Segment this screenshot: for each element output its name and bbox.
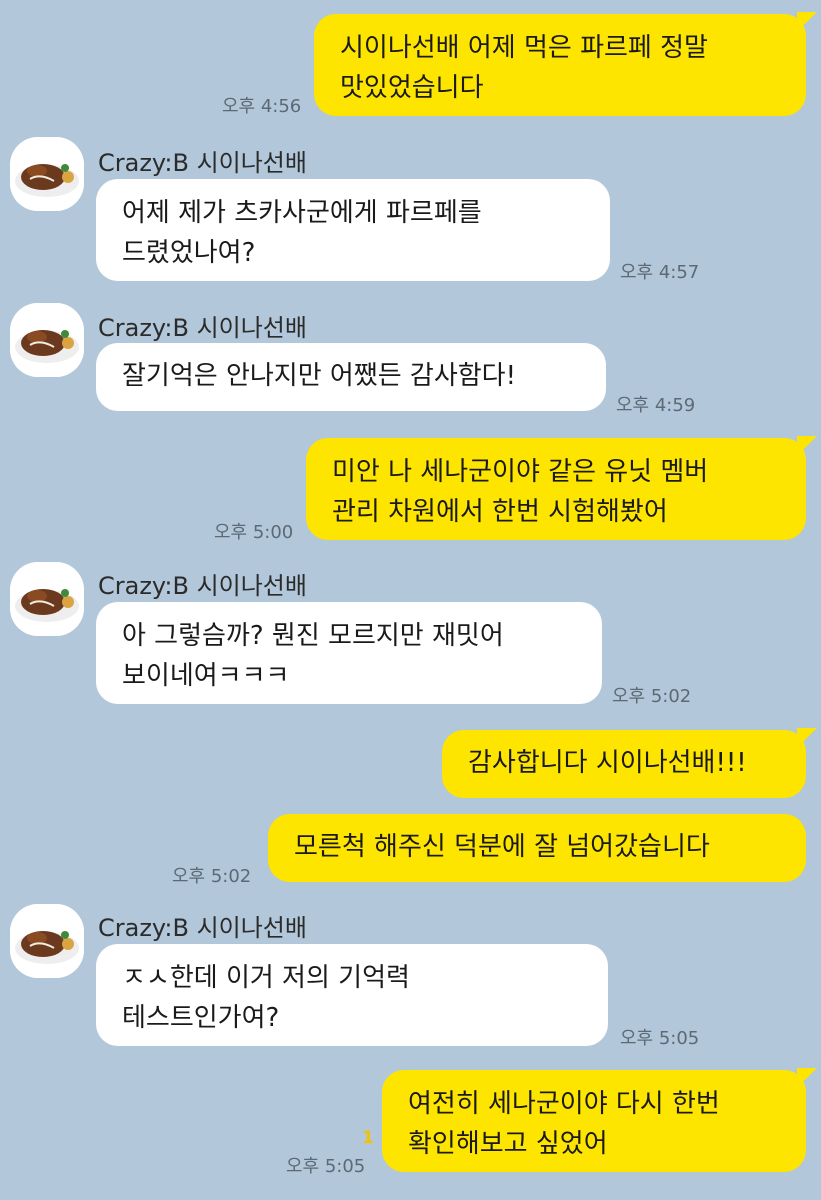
food-plate-avatar-icon	[10, 562, 84, 636]
profile-avatar[interactable]	[10, 904, 84, 978]
message-line: 관리 차원에서 한번 시험해봤어	[332, 497, 668, 527]
message-line: 확인해보고 싶었어	[408, 1129, 608, 1159]
message-line: 맛있었습니다	[340, 73, 484, 103]
message-line: 드렸었나여?	[122, 238, 256, 268]
message-time: 오후 4:59	[616, 395, 696, 416]
message-line: ㅈㅅ한데 이거 저의 기억력	[122, 963, 410, 993]
food-plate-avatar-icon	[10, 904, 84, 978]
other-message-bubble[interactable]: ㅈㅅ한데 이거 저의 기억력 테스트인가여?	[96, 944, 608, 1046]
profile-avatar[interactable]	[10, 303, 84, 377]
sender-name: Crazy:B 시이나선배	[98, 149, 307, 177]
message-line: 어제 제가 츠카사군에게 파르페를	[122, 198, 482, 228]
message-time: 오후 5:05	[620, 1028, 700, 1049]
my-message-bubble[interactable]: 감사합니다 시이나선배!!!	[442, 730, 806, 798]
profile-avatar[interactable]	[10, 137, 84, 211]
my-message-bubble[interactable]: 모른척 해주신 덕분에 잘 넘어갔습니다	[268, 814, 806, 882]
message-line: 보이네여ㅋㅋㅋ	[122, 661, 290, 691]
message-line: 미안 나 세나군이야 같은 유닛 멤버	[332, 457, 709, 487]
message-time: 오후 5:02	[172, 866, 252, 887]
my-message-bubble[interactable]: 시이나선배 어제 먹은 파르페 정말 맛있었습니다	[314, 14, 806, 116]
other-message-bubble[interactable]: 아 그렇슴까? 뭔진 모르지만 재밋어 보이네여ㅋㅋㅋ	[96, 602, 602, 704]
other-message-bubble[interactable]: 어제 제가 츠카사군에게 파르페를 드렸었나여?	[96, 179, 610, 281]
food-plate-avatar-icon	[10, 303, 84, 377]
unread-count: 1	[362, 1128, 374, 1148]
message-line: 모른척 해주신 덕분에 잘 넘어갔습니다	[294, 832, 710, 862]
food-plate-avatar-icon	[10, 137, 84, 211]
message-line: 테스트인가여?	[122, 1003, 280, 1033]
message-time: 오후 4:56	[222, 96, 302, 117]
my-message-bubble[interactable]: 미안 나 세나군이야 같은 유닛 멤버 관리 차원에서 한번 시험해봤어	[306, 438, 806, 540]
message-line: 감사합니다 시이나선배!!!	[468, 748, 747, 778]
sender-name: Crazy:B 시이나선배	[98, 572, 307, 600]
message-line: 여전히 세나군이야 다시 한번	[408, 1089, 720, 1119]
message-time: 오후 5:00	[214, 522, 294, 543]
message-line: 아 그렇슴까? 뭔진 모르지만 재밋어	[122, 621, 504, 651]
chat-screen: { "sender_name": "Crazy:B 시이나선배", "messa…	[0, 0, 821, 1200]
message-line: 시이나선배 어제 먹은 파르페 정말	[340, 33, 708, 63]
message-time: 오후 5:05	[286, 1156, 366, 1177]
profile-avatar[interactable]	[10, 562, 84, 636]
message-line: 잘기억은 안나지만 어쨌든 감사함다!	[122, 361, 517, 391]
sender-name: Crazy:B 시이나선배	[98, 314, 307, 342]
message-time: 오후 5:02	[612, 686, 692, 707]
my-message-bubble[interactable]: 여전히 세나군이야 다시 한번 확인해보고 싶었어	[382, 1070, 806, 1172]
other-message-bubble[interactable]: 잘기억은 안나지만 어쨌든 감사함다!	[96, 343, 606, 411]
sender-name: Crazy:B 시이나선배	[98, 914, 307, 942]
message-time: 오후 4:57	[620, 262, 700, 283]
